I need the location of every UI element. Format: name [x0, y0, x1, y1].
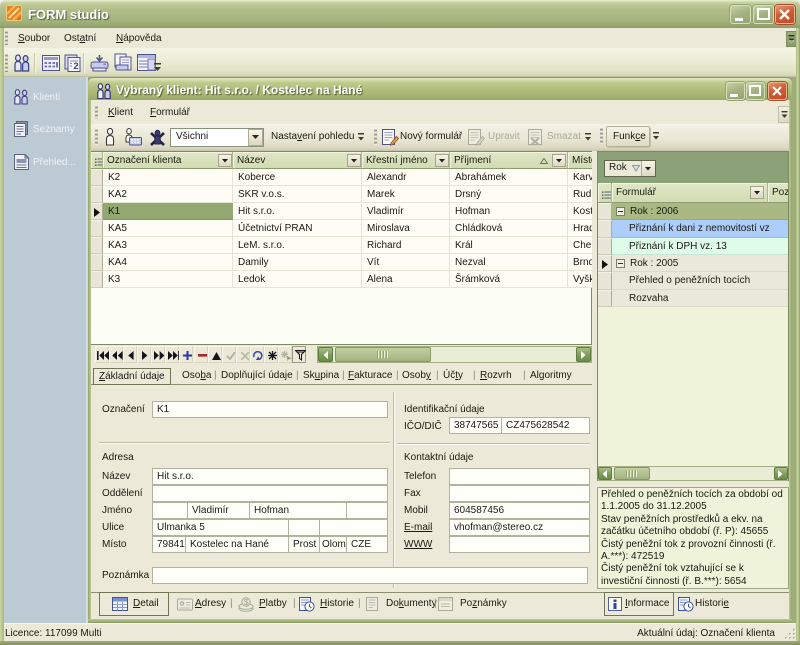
svg-text:2: 2: [74, 61, 79, 71]
svg-text:$: $: [244, 598, 249, 607]
